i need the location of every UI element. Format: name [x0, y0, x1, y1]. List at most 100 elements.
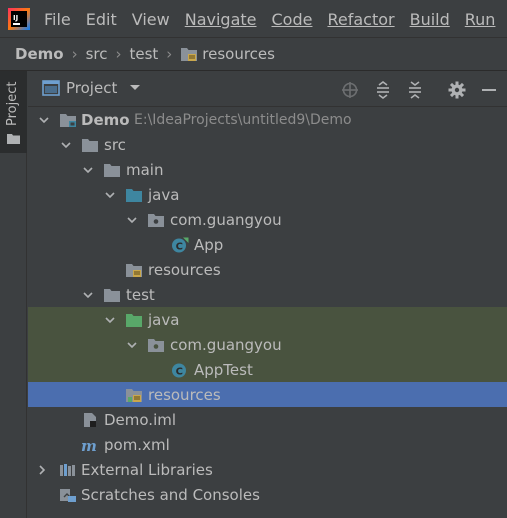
- chevron-down-icon[interactable]: [126, 339, 138, 351]
- tree-row-test[interactable]: test: [28, 282, 507, 307]
- chevron-right-icon: ›: [115, 45, 122, 63]
- chevron-down-icon[interactable]: [60, 139, 72, 151]
- tree-row-apptest[interactable]: C AppTest: [28, 357, 507, 382]
- menu-file[interactable]: File: [44, 10, 71, 29]
- resources-folder-icon: [181, 48, 198, 61]
- source-folder-icon: [126, 188, 142, 202]
- tree-row-demo[interactable]: Demo E:\IdeaProjects\untitled9\Demo: [28, 107, 507, 132]
- tree-label: main: [126, 160, 164, 179]
- chevron-right-icon[interactable]: [36, 464, 48, 476]
- module-folder-icon: [60, 113, 76, 127]
- chevron-down-icon[interactable]: [126, 214, 138, 226]
- svg-text:IJ: IJ: [13, 14, 18, 22]
- locate-button[interactable]: [340, 80, 360, 100]
- tree-row-java-test[interactable]: java: [28, 307, 507, 332]
- collapse-all-button[interactable]: [405, 80, 425, 100]
- tree-row-scratches[interactable]: Scratches and Consoles: [28, 482, 507, 507]
- svg-text:m: m: [81, 437, 97, 453]
- stripe-tab-project[interactable]: Project: [0, 71, 27, 153]
- module-file-icon: [84, 412, 96, 427]
- menu-edit[interactable]: Edit: [86, 10, 117, 29]
- breadcrumb-item-resources[interactable]: resources: [180, 45, 275, 63]
- tree-label: External Libraries: [81, 460, 213, 479]
- library-icon: [60, 463, 75, 476]
- tree-row-main[interactable]: main: [28, 157, 507, 182]
- menu-run[interactable]: Run: [465, 10, 496, 29]
- tree-row-java-main[interactable]: java: [28, 182, 507, 207]
- tree-row-src[interactable]: src: [28, 132, 507, 157]
- chevron-down-icon[interactable]: [82, 164, 94, 176]
- svg-text:C: C: [176, 366, 183, 377]
- tree-label: AppTest: [194, 360, 253, 379]
- tree-row-pom-xml[interactable]: m pom.xml: [28, 432, 507, 457]
- scratches-icon: [60, 488, 76, 502]
- chevron-down-icon[interactable]: [38, 114, 50, 126]
- tree-label: com.guangyou: [170, 210, 282, 229]
- chevron-right-icon: ›: [71, 45, 78, 63]
- intellij-logo-icon: IJ: [8, 8, 30, 30]
- expand-all-icon: [377, 81, 389, 99]
- crosshair-icon: [342, 82, 358, 98]
- tree-label: resources: [148, 385, 221, 404]
- java-class-icon: C: [172, 237, 189, 252]
- left-tool-stripe: Project: [0, 71, 27, 518]
- chevron-right-icon: ›: [166, 45, 173, 63]
- folder-icon: [7, 134, 20, 144]
- tree-label: pom.xml: [104, 435, 170, 454]
- chevron-down-icon[interactable]: [104, 314, 116, 326]
- svg-text:C: C: [176, 241, 183, 252]
- tree-label: Demo.iml: [104, 410, 177, 429]
- expand-all-button[interactable]: [373, 80, 393, 100]
- breadcrumb-item-test[interactable]: test: [129, 45, 158, 63]
- chevron-down-icon[interactable]: [104, 189, 116, 201]
- tree-row-package-main[interactable]: com.guangyou: [28, 207, 507, 232]
- menu-refactor[interactable]: Refactor: [327, 10, 394, 29]
- tree-label: java: [148, 310, 180, 329]
- stripe-tab-label: Project: [5, 81, 20, 126]
- folder-icon: [104, 163, 120, 177]
- menu-view[interactable]: View: [132, 10, 170, 29]
- project-toolwindow-header: Project: [28, 72, 507, 107]
- tree-row-resources-test[interactable]: resources: [28, 382, 507, 407]
- tree-label: com.guangyou: [170, 335, 282, 354]
- test-source-folder-icon: [126, 313, 142, 327]
- menu-bar: IJ File Edit View Navigate Code Refactor…: [0, 0, 507, 38]
- tree-label: test: [126, 285, 155, 304]
- hide-button[interactable]: [479, 80, 499, 100]
- breadcrumb: Demo › src › test › resources: [0, 38, 507, 71]
- module-path: E:\IdeaProjects\untitled9\Demo: [134, 111, 352, 128]
- tree-row-app[interactable]: C App: [28, 232, 507, 257]
- chevron-down-icon[interactable]: [129, 84, 141, 92]
- breadcrumb-label: resources: [202, 45, 275, 63]
- maven-icon: m: [81, 437, 97, 453]
- tree-label: java: [148, 185, 180, 204]
- package-icon: [148, 338, 164, 352]
- tree-row-package-test[interactable]: com.guangyou: [28, 332, 507, 357]
- breadcrumb-item-demo[interactable]: Demo: [15, 45, 64, 63]
- tree-label: App: [194, 235, 224, 254]
- menu-code[interactable]: Code: [272, 10, 313, 29]
- breadcrumb-item-src[interactable]: src: [86, 45, 108, 63]
- collapse-all-icon: [409, 81, 421, 99]
- toolwindow-title: Project: [66, 79, 118, 97]
- project-window-icon: [42, 80, 60, 96]
- tree-row-demo-iml[interactable]: Demo.iml: [28, 407, 507, 432]
- menu-build[interactable]: Build: [410, 10, 450, 29]
- folder-icon: [82, 138, 98, 152]
- tree-label: Scratches and Consoles: [81, 485, 260, 504]
- tree-label: resources: [148, 260, 221, 279]
- tree-row-resources-main[interactable]: resources: [28, 257, 507, 282]
- test-resources-folder-icon: [126, 388, 142, 402]
- menu-navigate[interactable]: Navigate: [185, 10, 257, 29]
- folder-icon: [104, 288, 120, 302]
- gear-icon: [448, 81, 466, 99]
- chevron-down-icon[interactable]: [82, 289, 94, 301]
- minimize-icon: [482, 89, 496, 91]
- tree-label: src: [104, 135, 126, 154]
- project-tree: Demo E:\IdeaProjects\untitled9\Demo src …: [28, 107, 507, 518]
- settings-button[interactable]: [447, 80, 467, 100]
- resources-folder-icon: [126, 263, 142, 277]
- tree-label: Demo: [81, 110, 130, 129]
- project-view-selector[interactable]: Project: [42, 79, 141, 97]
- tree-row-external-libraries[interactable]: External Libraries: [28, 457, 507, 482]
